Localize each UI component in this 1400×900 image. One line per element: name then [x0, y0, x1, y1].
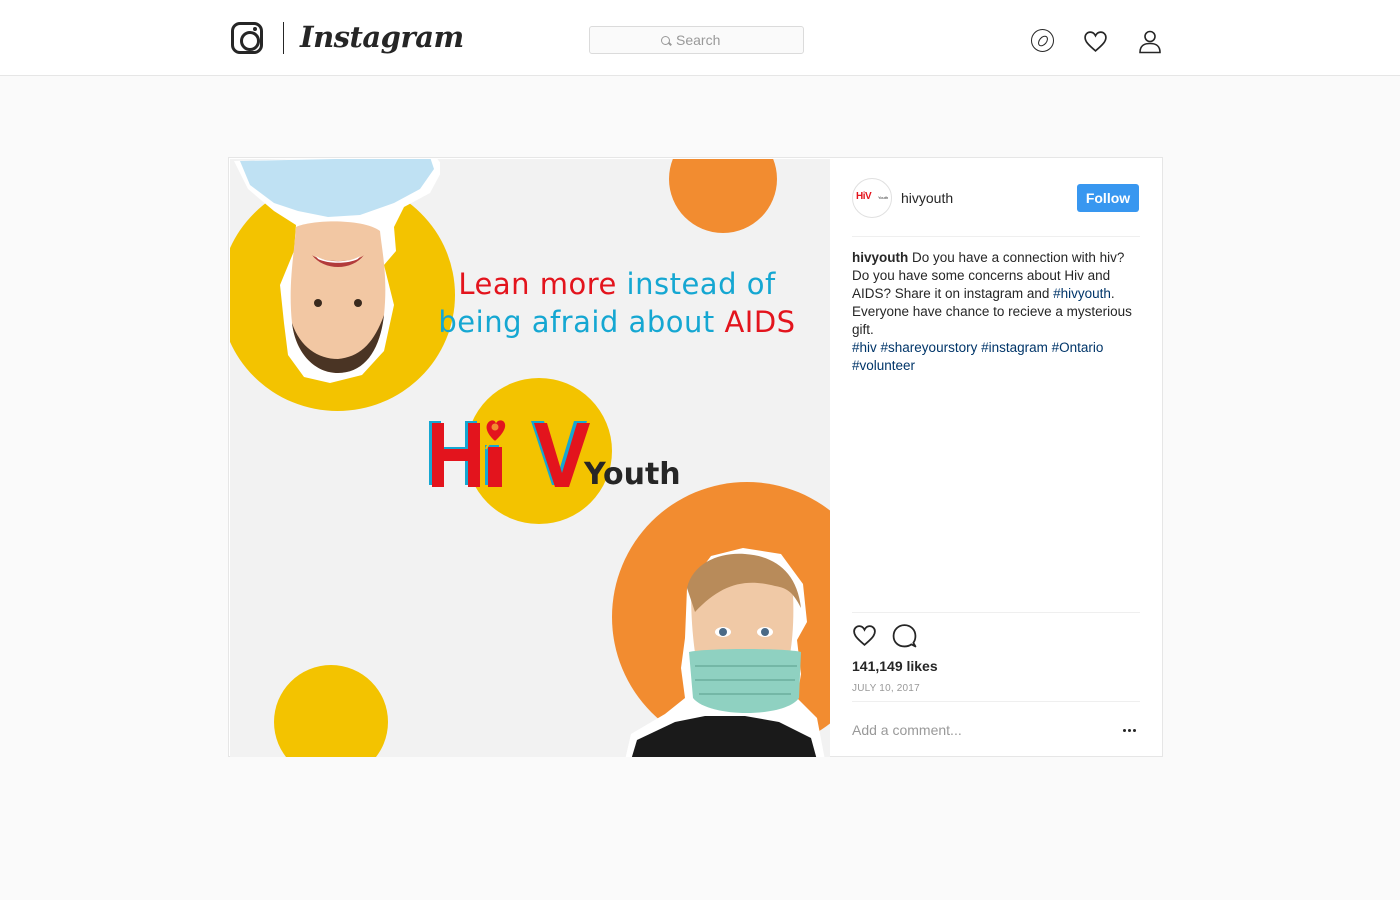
post-image-headline: Lean more instead of being afraid about … — [412, 265, 822, 341]
child-photo-with-mask — [625, 548, 825, 757]
headline-part-3: AIDS — [724, 305, 796, 339]
avatar[interactable]: HiV Youth — [852, 178, 892, 218]
author-username[interactable]: hivyouth — [901, 190, 953, 206]
search-icon — [661, 36, 670, 45]
likes-count[interactable]: 141,149 likes — [852, 658, 938, 674]
post-sidebar: HiV Youth hivyouth Follow hivyouth Do yo… — [852, 159, 1140, 757]
comment-input[interactable]: Add a comment... — [852, 722, 962, 738]
avatar-logo-text: HiV — [856, 191, 872, 202]
post-card: Lean more instead of being afraid about … — [228, 157, 1163, 757]
post-actions: 141,149 likes JULY 10, 2017 — [852, 612, 1140, 694]
profile-icon[interactable] — [1138, 29, 1162, 54]
post-image[interactable]: Lean more instead of being afraid about … — [230, 159, 830, 757]
decor-circle — [669, 159, 777, 233]
hashtag-link[interactable]: #hiv — [852, 340, 877, 355]
heart-icon[interactable] — [1083, 29, 1108, 54]
comment-bubble-icon[interactable] — [892, 623, 917, 648]
avatar-logo-sub: Youth — [878, 195, 889, 200]
hiv-youth-logo: Youth — [428, 417, 688, 497]
hashtag-link[interactable]: #shareyourstory — [881, 340, 978, 355]
instagram-wordmark[interactable]: Instagram — [300, 20, 464, 54]
hiv-logo-youth: Youth — [584, 457, 681, 492]
hashtag-link[interactable]: #Ontario — [1052, 340, 1104, 355]
headline-part-1: Lean more — [458, 267, 617, 301]
hashtag-link[interactable]: #volunteer — [852, 358, 915, 373]
hashtag-link[interactable]: #instagram — [981, 340, 1048, 355]
search-placeholder: Search — [676, 32, 721, 48]
logo-divider — [283, 22, 284, 54]
post-caption: hivyouth Do you have a connection with h… — [852, 249, 1140, 375]
add-comment-row: Add a comment... — [852, 701, 1140, 757]
child-photo-upside-down — [234, 159, 440, 383]
top-navigation-bar: Instagram Search — [0, 0, 1400, 76]
like-heart-icon[interactable] — [852, 623, 877, 648]
more-options-icon[interactable] — [1123, 724, 1139, 736]
hiv-logo-letters — [429, 420, 590, 487]
decor-circle — [274, 665, 388, 757]
compass-icon[interactable] — [1031, 29, 1054, 52]
follow-button[interactable]: Follow — [1077, 184, 1139, 212]
search-input[interactable]: Search — [589, 26, 804, 54]
post-date: JULY 10, 2017 — [852, 683, 920, 694]
instagram-camera-icon[interactable] — [231, 22, 263, 54]
post-header: HiV Youth hivyouth Follow — [852, 159, 1140, 237]
hashtag-link[interactable]: #hivyouth — [1053, 286, 1111, 301]
caption-username[interactable]: hivyouth — [852, 250, 908, 265]
